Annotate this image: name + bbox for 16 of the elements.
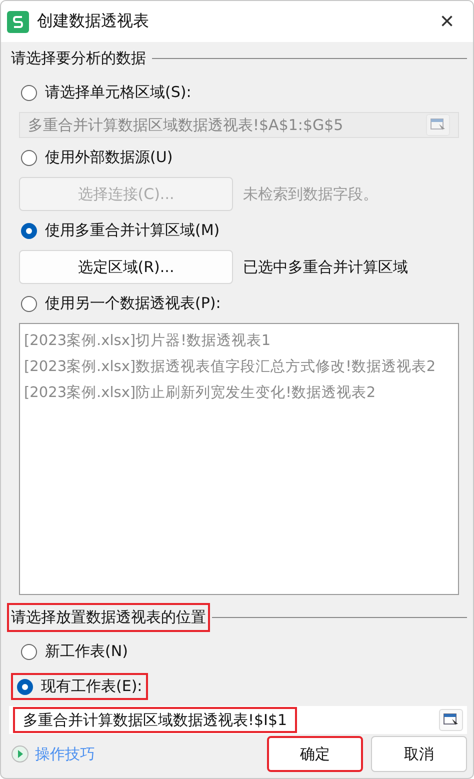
radio-option[interactable]: 使用多重合并计算区域(M)	[15, 217, 226, 244]
section-title: 请选择要分析的数据	[10, 48, 147, 69]
range-picker-icon[interactable]	[439, 709, 463, 731]
status-note: 未检索到数据字段。	[243, 184, 378, 204]
radio-option[interactable]: 现有工作表(E):	[11, 673, 148, 700]
app-logo-icon	[7, 10, 29, 32]
window-title: 创建数据透视表	[37, 11, 150, 32]
dialog-button[interactable]: 取消	[371, 736, 467, 772]
dialog-button[interactable]: 确定	[267, 736, 363, 772]
close-button[interactable]: ×	[429, 4, 465, 40]
section-title: 请选择放置数据透视表的位置	[7, 603, 210, 632]
status-note: 已选中多重合并计算区域	[243, 258, 408, 276]
play-icon	[11, 745, 29, 763]
location-field[interactable]: 多重合并计算数据区域数据透视表!$I$1	[13, 707, 298, 733]
radio-option[interactable]: 新工作表(N)	[15, 638, 134, 665]
select-button[interactable]: 选定区域(R)...	[19, 250, 233, 284]
